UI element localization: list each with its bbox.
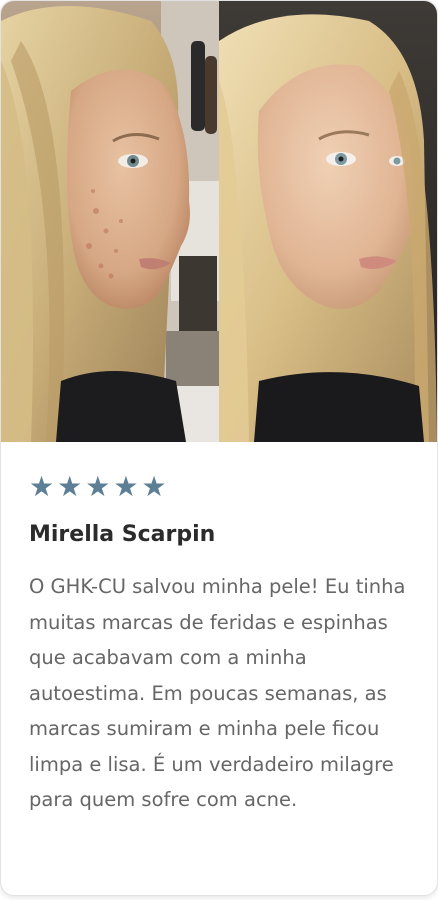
star-icon: ★ — [29, 470, 55, 503]
star-icon: ★ — [141, 470, 167, 503]
star-icon: ★ — [113, 470, 139, 503]
star-icon: ★ — [57, 470, 83, 503]
review-card: ★ ★ ★ ★ ★ Mirella Scarpin O GHK-CU salvo… — [0, 0, 438, 896]
before-photo — [1, 1, 219, 442]
after-photo — [219, 1, 437, 442]
before-after-photos — [1, 1, 437, 442]
reviewer-name: Mirella Scarpin — [29, 522, 216, 547]
review-content: ★ ★ ★ ★ ★ Mirella Scarpin O GHK-CU salvo… — [29, 471, 414, 818]
star-rating: ★ ★ ★ ★ ★ — [29, 471, 414, 503]
review-text: O GHK-CU salvou minha pele! Eu tinha mui… — [29, 575, 406, 811]
star-icon: ★ — [85, 470, 111, 503]
